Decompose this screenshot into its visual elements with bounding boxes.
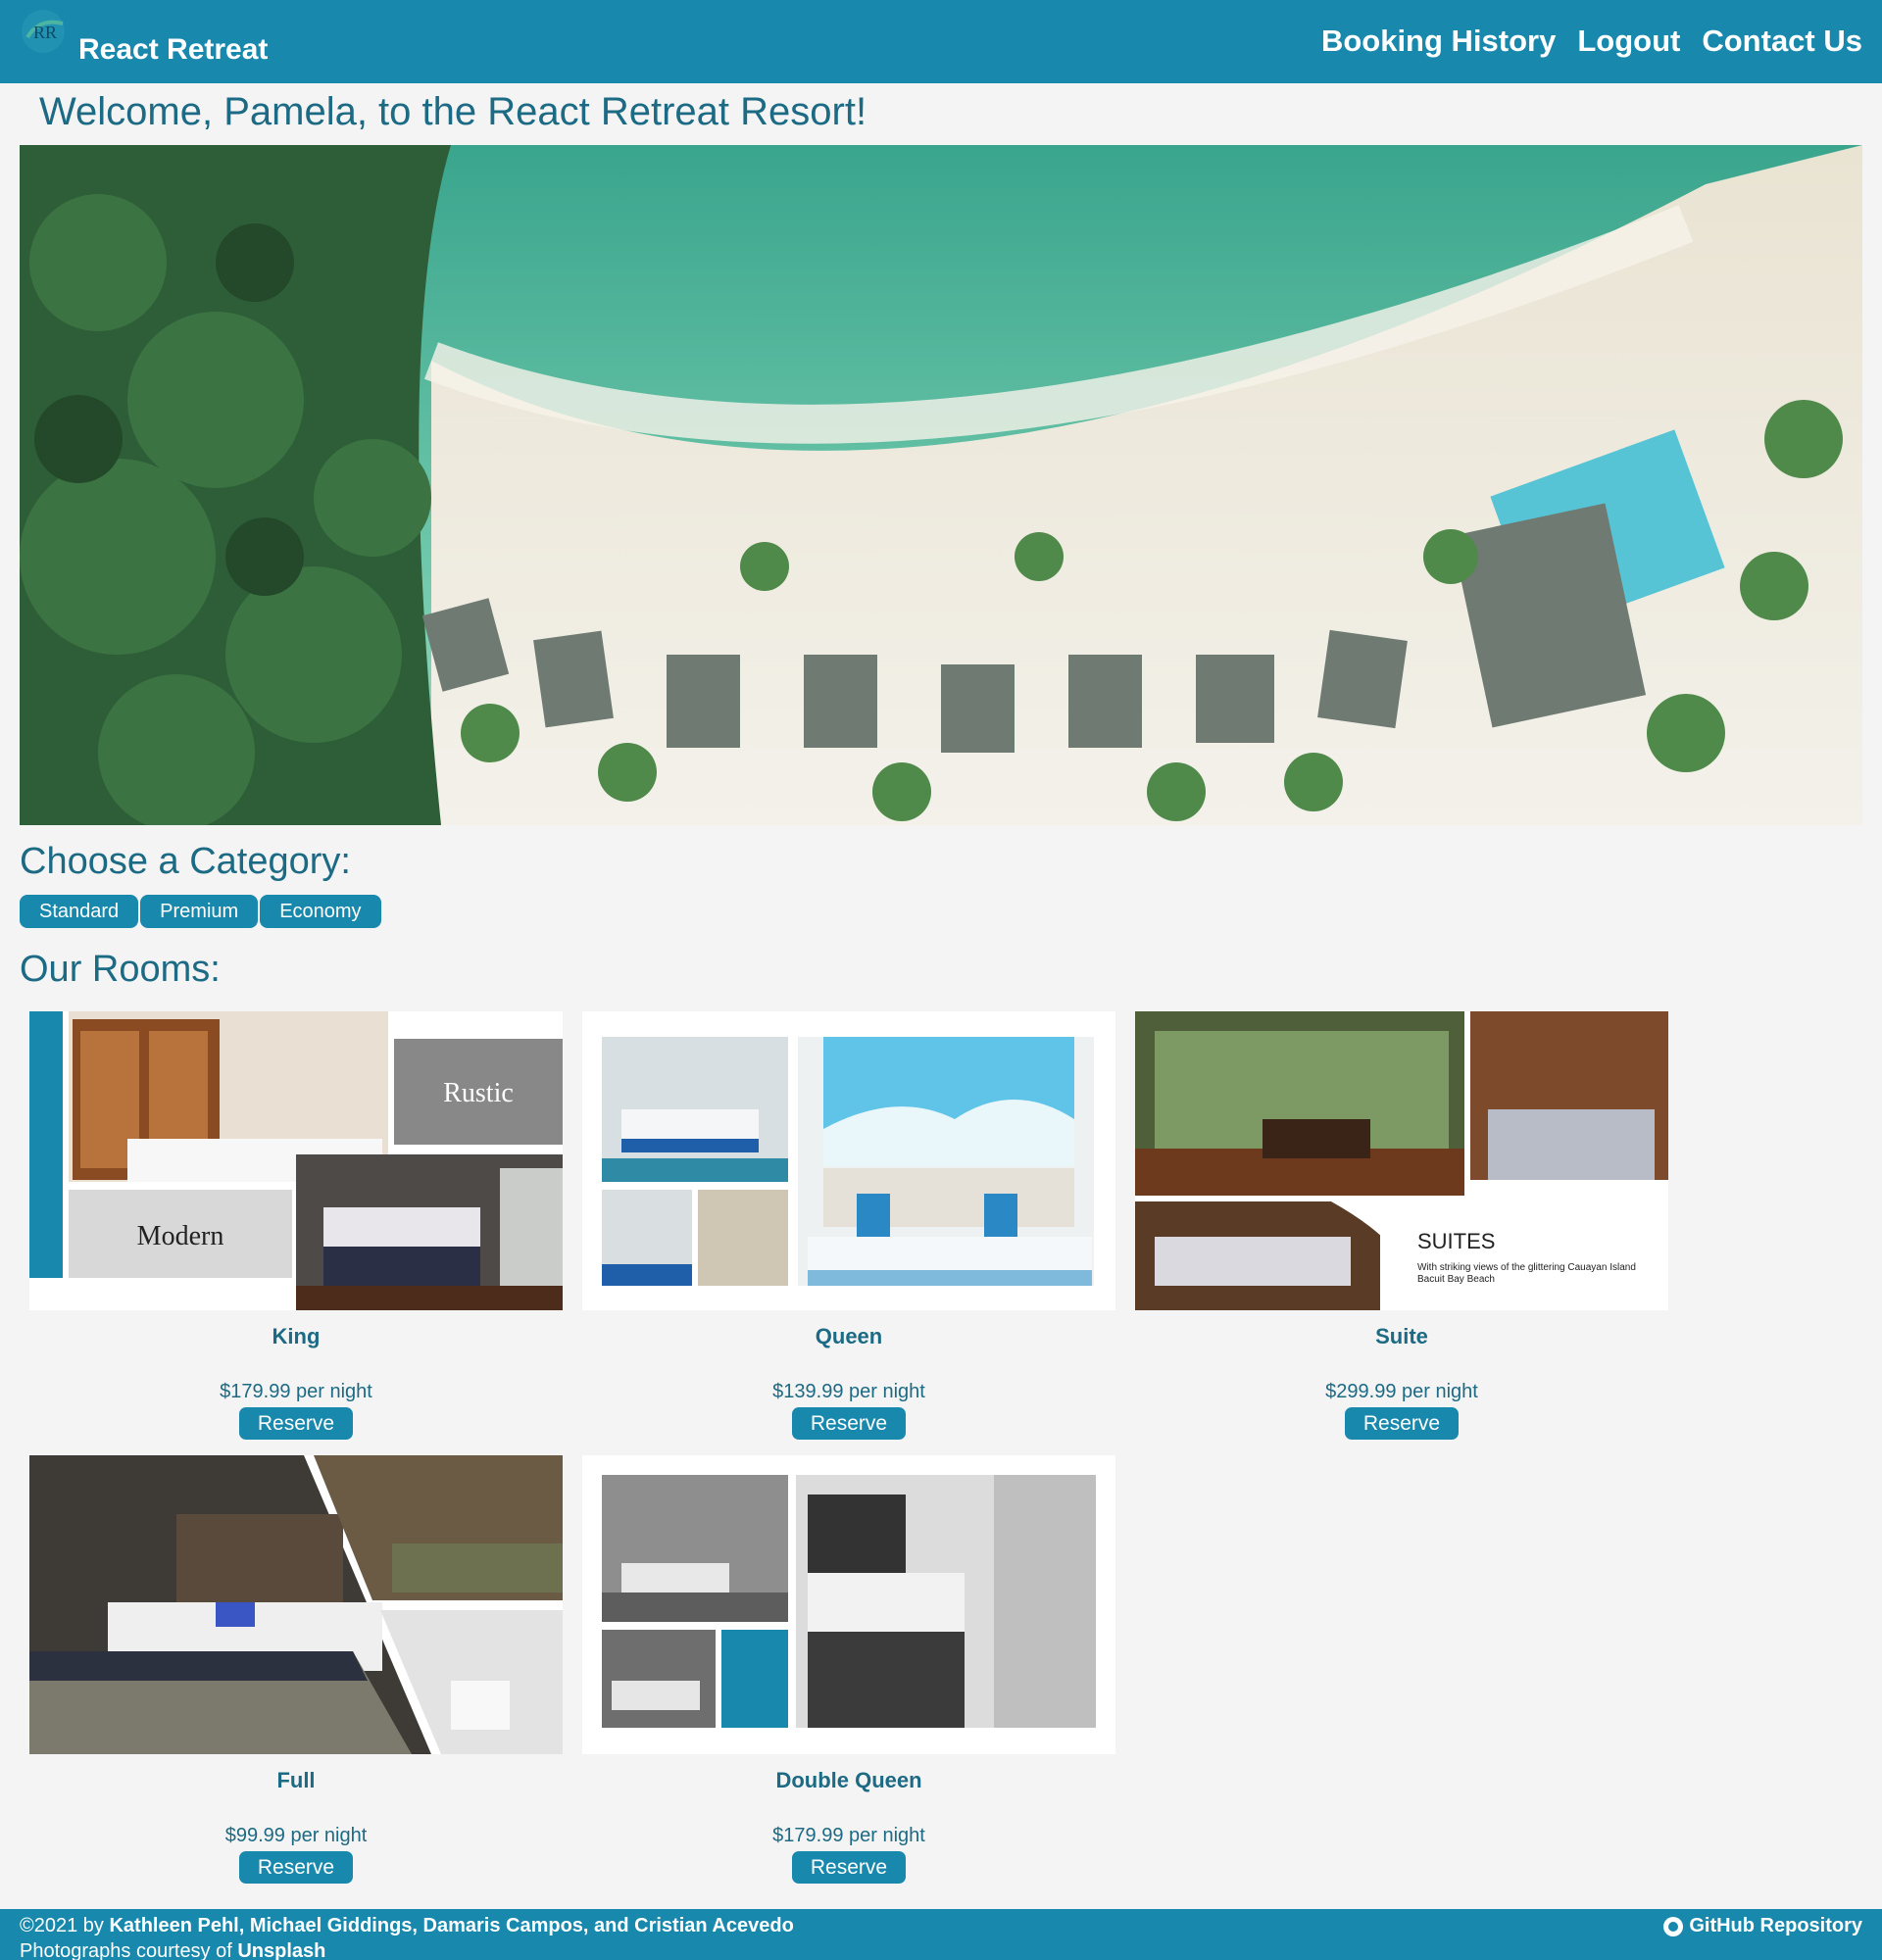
rooms-heading: Our Rooms: [20,949,221,990]
room-price: $179.99 per night [220,1381,372,1402]
copyright-prefix: ©2021 by [20,1915,110,1936]
category-standard-button[interactable]: Standard [20,895,139,928]
footer-authors: Kathleen Pehl, Michael Giddings, Damaris… [109,1915,794,1936]
room-card-king: Rustic Modern King $179.99 per night Res… [29,1011,563,1440]
room-name: King [272,1324,321,1348]
footer-photo-credits: Photographs courtesy of Unsplash [20,1940,325,1960]
reserve-button[interactable]: Reserve [1344,1407,1460,1440]
room-name: Queen [815,1324,883,1348]
room-image-queen[interactable] [582,1011,1115,1310]
svg-text:RR: RR [33,23,57,42]
svg-text:With striking views of the gli: With striking views of the glittering Ca… [1417,1262,1636,1273]
room-price: $179.99 per night [772,1825,925,1846]
room-price: $299.99 per night [1325,1381,1478,1402]
brand-name[interactable]: React Retreat [78,33,268,67]
reserve-button[interactable]: Reserve [238,1851,354,1884]
category-heading: Choose a Category: [20,841,351,882]
room-card-suite: SUITES With striking views of the glitte… [1135,1011,1668,1440]
nav-contact-us[interactable]: Contact Us [1702,24,1862,59]
hero-resort-aerial-image [20,145,1862,825]
reserve-button[interactable]: Reserve [238,1407,354,1440]
room-name: Full [276,1768,316,1792]
category-economy-button[interactable]: Economy [260,895,381,928]
svg-text:SUITES: SUITES [1417,1229,1495,1253]
footer: ©2021 by Kathleen Pehl, Michael Giddings… [0,1909,1882,1960]
room-name: Double Queen [775,1768,922,1792]
room-card-double-queen: Double Queen $179.99 per night Reserve [582,1455,1115,1884]
room-card-full: Full $99.99 per night Reserve [29,1455,563,1884]
unsplash-link[interactable]: Unsplash [237,1940,325,1960]
category-buttons: Standard Premium Economy [20,895,381,928]
reserve-button[interactable]: Reserve [791,1851,907,1884]
top-navbar: RR React Retreat Booking History Logout … [0,0,1882,83]
github-repository-label: GitHub Repository [1689,1915,1862,1936]
room-image-full[interactable] [29,1455,563,1754]
nav-logout[interactable]: Logout [1577,24,1680,59]
svg-text:Modern: Modern [137,1221,224,1251]
room-price: $99.99 per night [224,1825,368,1846]
nav-booking-history[interactable]: Booking History [1321,24,1556,59]
room-image-suite[interactable]: SUITES With striking views of the glitte… [1135,1011,1668,1310]
room-price: $139.99 per night [772,1381,925,1402]
nav-links: Booking History Logout Contact Us [1321,24,1862,59]
room-name: Suite [1375,1324,1428,1348]
welcome-heading: Welcome, Pamela, to the React Retreat Re… [39,90,867,133]
room-card-queen: Queen $139.99 per night Reserve [582,1011,1115,1440]
github-repository-link[interactable]: GitHub Repository [1663,1915,1862,1937]
category-premium-button[interactable]: Premium [140,895,259,928]
room-image-king[interactable]: Rustic Modern [29,1011,563,1310]
react-retreat-logo[interactable]: RR [20,8,71,57]
footer-credits: ©2021 by Kathleen Pehl, Michael Giddings… [20,1915,794,1937]
svg-text:Rustic: Rustic [443,1078,514,1108]
room-image-double-queen[interactable] [582,1455,1115,1754]
reserve-button[interactable]: Reserve [791,1407,907,1440]
github-icon [1663,1916,1684,1936]
photos-prefix: Photographs courtesy of [20,1940,238,1960]
svg-text:Bacuit Bay Beach: Bacuit Bay Beach [1417,1274,1495,1285]
